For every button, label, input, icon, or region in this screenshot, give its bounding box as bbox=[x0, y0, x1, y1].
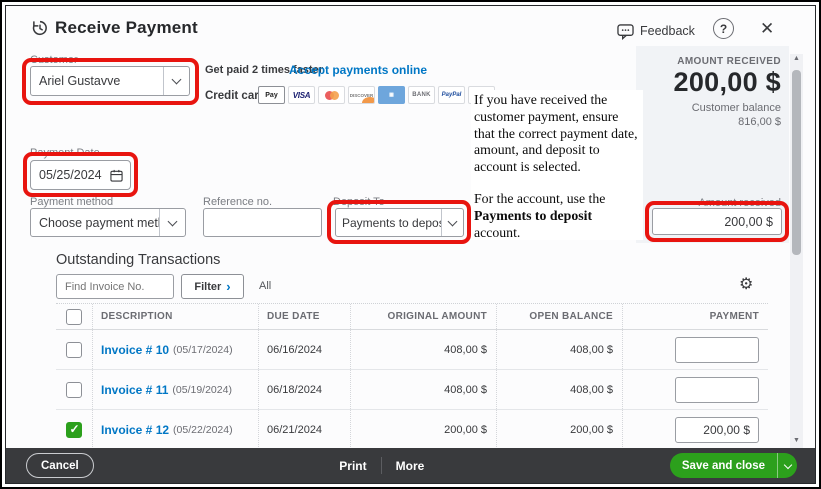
table-header-row: DESCRIPTION DUE DATE ORIGINAL AMOUNT OPE… bbox=[56, 304, 768, 330]
credit-card-label: Credit card bbox=[205, 90, 266, 102]
deposit-to-value: Payments to deposit bbox=[342, 215, 441, 230]
save-and-close-label[interactable]: Save and close bbox=[670, 453, 777, 478]
history-icon[interactable] bbox=[31, 19, 49, 42]
due-date-cell: 06/18/2024 bbox=[267, 383, 323, 396]
gear-icon[interactable]: ⚙ bbox=[739, 277, 753, 293]
invoice-date: (05/17/2024) bbox=[173, 343, 233, 356]
invoice-link[interactable]: Invoice # 11 bbox=[101, 383, 168, 397]
invoice-link[interactable]: Invoice # 10 bbox=[101, 343, 169, 357]
outstanding-transactions-title: Outstanding Transactions bbox=[56, 252, 221, 268]
filter-button[interactable]: Filter › bbox=[181, 274, 244, 299]
note-paragraph-2-suffix: account. bbox=[474, 224, 521, 240]
open-balance-cell: 408,00 $ bbox=[570, 383, 613, 396]
cancel-button[interactable]: Cancel bbox=[26, 453, 94, 478]
col-original-amount: ORIGINAL AMOUNT bbox=[387, 311, 487, 322]
open-balance-cell: 408,00 $ bbox=[570, 343, 613, 356]
feedback-icon bbox=[617, 24, 634, 45]
payment-amount-input[interactable] bbox=[675, 336, 759, 363]
close-icon[interactable]: ✕ bbox=[760, 19, 774, 39]
chevron-down-icon[interactable] bbox=[159, 209, 185, 236]
scrollbar[interactable]: ▲ ▼ bbox=[790, 54, 803, 448]
note-paragraph-1: If you have received the customer paymen… bbox=[474, 92, 638, 175]
calendar-icon[interactable] bbox=[110, 169, 130, 182]
reference-no-label: Reference no. bbox=[203, 196, 273, 208]
payment-method-chips: Pay VISA DISCOVER ▦ BANK PayPal venmo bbox=[258, 86, 495, 104]
customer-label: Customer bbox=[30, 54, 78, 66]
col-payment: PAYMENT bbox=[709, 311, 759, 322]
save-and-close-button[interactable]: Save and close bbox=[669, 453, 797, 478]
scrollbar-thumb[interactable] bbox=[792, 70, 801, 255]
chevron-down-icon[interactable] bbox=[777, 453, 797, 478]
reference-no-input[interactable] bbox=[203, 208, 322, 237]
table-row: Invoice # 11 (05/19/2024) 06/18/2024 408,… bbox=[56, 370, 768, 410]
customer-select-value: Ariel Gustavve bbox=[39, 74, 121, 88]
due-date-cell: 06/21/2024 bbox=[267, 423, 323, 436]
original-amount-cell: 408,00 $ bbox=[444, 383, 487, 396]
payment-date-label: Payment Date bbox=[30, 147, 100, 159]
payment-method-value: Choose payment method bbox=[39, 215, 159, 230]
applepay-icon: Pay bbox=[258, 86, 285, 104]
accept-payments-link[interactable]: Accept payments online bbox=[289, 63, 427, 77]
amount-received-heading: AMOUNT RECEIVED bbox=[677, 56, 781, 67]
page-title: Receive Payment bbox=[55, 18, 198, 37]
deposit-to-label: Deposit To bbox=[333, 196, 385, 208]
select-all-checkbox[interactable] bbox=[66, 308, 82, 325]
table-row: Invoice # 12 (05/22/2024) 06/21/2024 200,… bbox=[56, 410, 768, 450]
col-due-date: DUE DATE bbox=[267, 311, 320, 322]
more-button[interactable]: More bbox=[396, 459, 425, 473]
original-amount-cell: 408,00 $ bbox=[444, 343, 487, 356]
open-balance-cell: 200,00 $ bbox=[570, 423, 613, 436]
filter-scope: All bbox=[259, 280, 272, 292]
receive-payment-dialog: Receive Payment Feedback ? ✕ AMOUNT RECE… bbox=[5, 5, 816, 484]
chevron-down-icon[interactable] bbox=[163, 67, 189, 95]
payment-method-label: Payment method bbox=[30, 196, 114, 208]
row-checkbox[interactable] bbox=[66, 341, 82, 358]
customer-select[interactable]: Ariel Gustavve bbox=[30, 66, 190, 96]
visa-icon: VISA bbox=[288, 86, 315, 104]
bank-icon: BANK bbox=[408, 86, 435, 104]
discover-icon: DISCOVER bbox=[348, 86, 375, 104]
chevron-right-icon: › bbox=[226, 279, 231, 294]
amount-received-input[interactable] bbox=[652, 208, 782, 235]
footer-bar: Cancel Print More Save and close bbox=[6, 448, 815, 483]
invoice-date: (05/19/2024) bbox=[172, 383, 232, 396]
print-button[interactable]: Print bbox=[339, 459, 366, 473]
filter-button-label: Filter bbox=[194, 280, 222, 293]
payment-date-value: 05/25/2024 bbox=[39, 168, 102, 182]
invoice-date: (05/22/2024) bbox=[173, 423, 233, 436]
paypal-icon: PayPal bbox=[438, 86, 465, 104]
payment-date-field[interactable]: 05/25/2024 bbox=[30, 160, 131, 190]
scroll-down-icon[interactable]: ▼ bbox=[790, 436, 803, 448]
note-paragraph-2-prefix: For the account, use the bbox=[474, 191, 606, 207]
note-paragraph-2-bold: Payments to deposit bbox=[474, 207, 593, 223]
transactions-table: DESCRIPTION DUE DATE ORIGINAL AMOUNT OPE… bbox=[56, 303, 768, 450]
invoice-link[interactable]: Invoice # 12 bbox=[101, 423, 169, 437]
window-frame: Receive Payment Feedback ? ✕ AMOUNT RECE… bbox=[0, 0, 821, 489]
feedback-button[interactable]: Feedback bbox=[640, 24, 695, 38]
due-date-cell: 06/16/2024 bbox=[267, 343, 323, 356]
help-icon[interactable]: ? bbox=[713, 18, 734, 39]
payment-amount-input[interactable] bbox=[675, 376, 759, 403]
footer-divider bbox=[380, 457, 382, 474]
deposit-to-select[interactable]: Payments to deposit bbox=[335, 208, 464, 237]
mastercard-icon bbox=[318, 86, 345, 104]
original-amount-cell: 200,00 $ bbox=[444, 423, 487, 436]
col-description: DESCRIPTION bbox=[101, 311, 173, 322]
scroll-up-icon[interactable]: ▲ bbox=[790, 54, 803, 66]
chevron-down-icon[interactable] bbox=[441, 209, 463, 236]
row-checkbox[interactable] bbox=[66, 381, 82, 398]
find-invoice-input[interactable] bbox=[56, 274, 174, 299]
payment-method-select[interactable]: Choose payment method bbox=[30, 208, 186, 237]
amex-icon: ▦ bbox=[378, 86, 405, 104]
col-open-balance: OPEN BALANCE bbox=[529, 311, 613, 322]
payment-amount-input[interactable] bbox=[675, 416, 759, 443]
row-checkbox-checked[interactable] bbox=[66, 421, 82, 438]
table-row: Invoice # 10 (05/17/2024) 06/16/2024 408,… bbox=[56, 330, 768, 370]
annotation-note: If you have received the customer paymen… bbox=[471, 90, 643, 240]
